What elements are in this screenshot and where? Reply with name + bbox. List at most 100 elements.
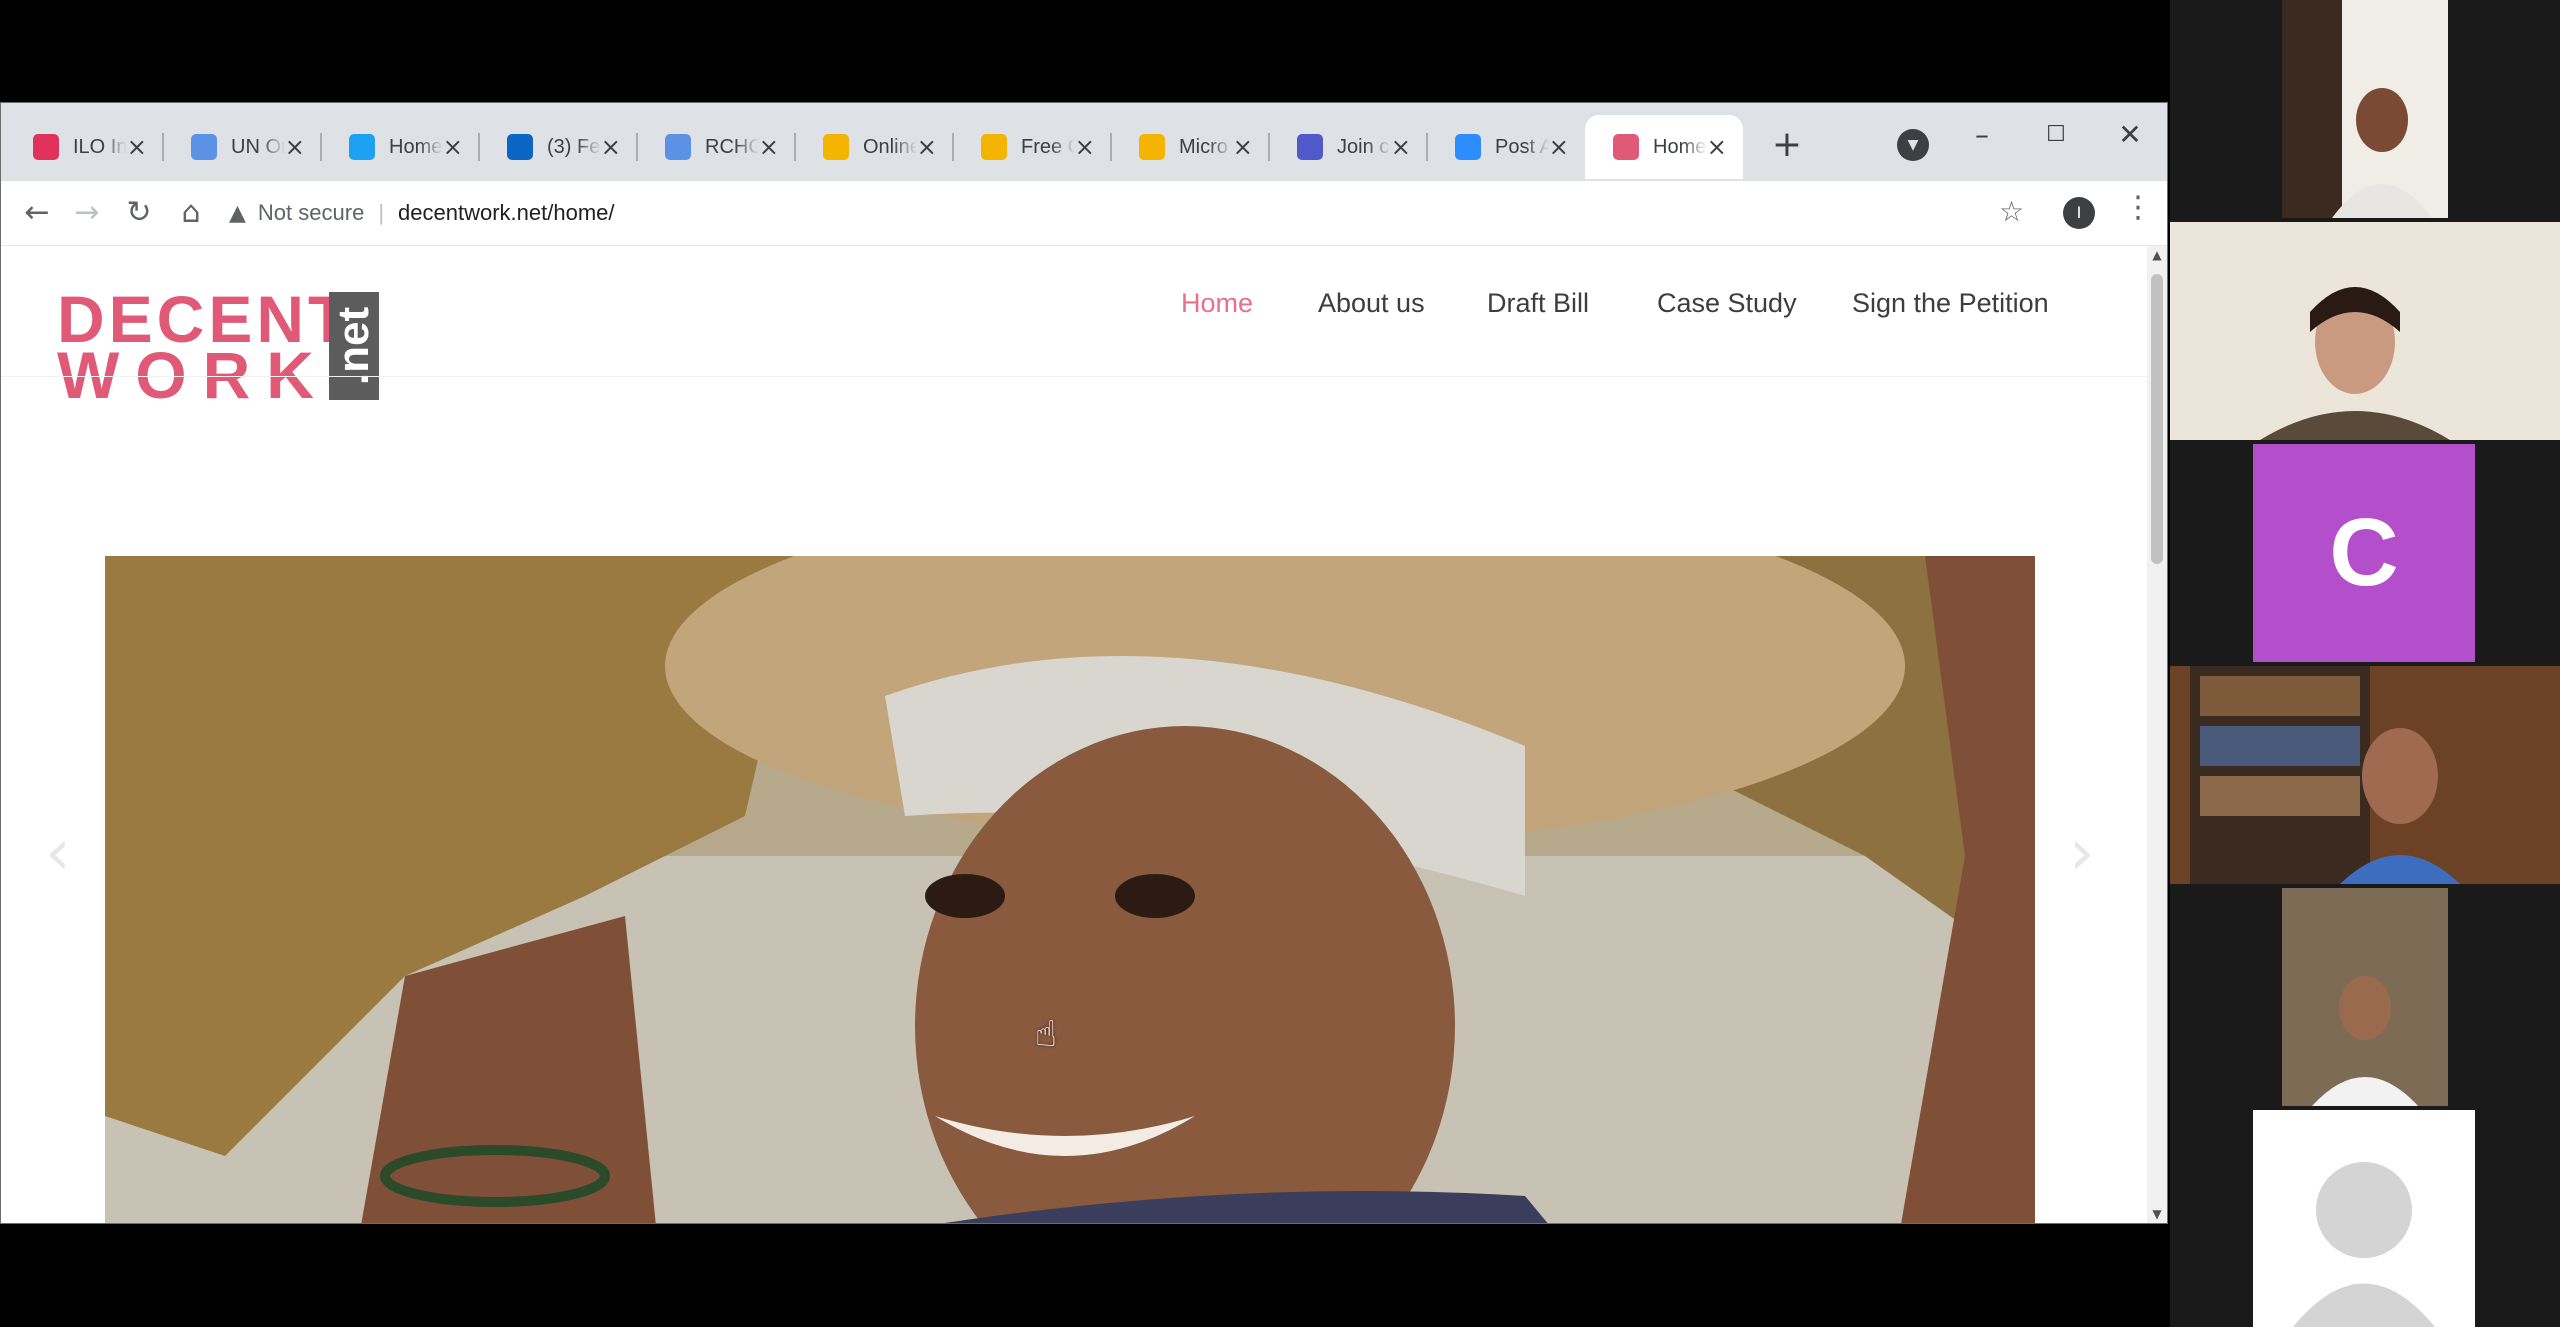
tab-6[interactable]: Online × xyxy=(795,115,953,179)
tab-7[interactable]: Free C× xyxy=(953,115,1111,179)
close-tab-icon[interactable]: × xyxy=(127,135,147,159)
participant-video-4 xyxy=(2170,666,2560,884)
tab-separator xyxy=(1268,133,1270,161)
tab-separator xyxy=(478,133,480,161)
nav-draft-bill[interactable]: Draft Bill xyxy=(1487,288,1589,319)
scroll-down-icon[interactable]: ▼ xyxy=(2147,1207,2167,1221)
tab-title: Free C xyxy=(1021,135,1075,158)
participant-video-1 xyxy=(2282,0,2448,218)
un-globe-icon xyxy=(191,134,217,160)
drive-icon xyxy=(981,134,1007,160)
home-icon[interactable]: ⌂ xyxy=(169,191,213,235)
tab-8[interactable]: Micro × xyxy=(1111,115,1269,179)
address-bar[interactable]: ▲ Not secure | decentwork.net/home/ xyxy=(229,195,2019,231)
close-tab-icon[interactable]: × xyxy=(1233,135,1253,159)
logo-line2: WORK xyxy=(57,338,330,412)
participant-tile-2[interactable] xyxy=(2170,222,2560,440)
close-tab-icon[interactable]: × xyxy=(601,135,621,159)
close-window-icon[interactable]: ✕ xyxy=(2105,115,2155,155)
scroll-thumb[interactable] xyxy=(2151,274,2163,564)
tab-title: RCHC xyxy=(705,135,759,158)
nav-case-study[interactable]: Case Study xyxy=(1657,288,1797,319)
shared-screen: ILO In × UN Or × Home × (3) Fe × RCHC × Online × Fre… xyxy=(0,0,2170,1327)
zoom-icon xyxy=(1455,134,1481,160)
new-tab-button[interactable]: + xyxy=(1767,125,1807,165)
tab-separator xyxy=(952,133,954,161)
page-scrollbar[interactable]: ▲ ▼ xyxy=(2147,246,2167,1223)
ilo-icon xyxy=(33,134,59,160)
participant-initial: C xyxy=(2329,499,2399,606)
pointer-cursor-icon: ☝ xyxy=(1035,1014,1057,1055)
close-tab-icon[interactable]: × xyxy=(1391,135,1411,159)
tab-2[interactable]: UN Or × xyxy=(163,115,321,179)
tab-1[interactable]: ILO In × xyxy=(5,115,163,179)
tab-5[interactable]: RCHC × xyxy=(637,115,795,179)
tab-title: Micro xyxy=(1179,135,1228,158)
tab-separator xyxy=(1426,133,1428,161)
participant-placeholder-avatar xyxy=(2253,1110,2475,1327)
back-icon[interactable]: ← xyxy=(15,191,59,235)
tab-separator xyxy=(162,133,164,161)
teams-icon xyxy=(1297,134,1323,160)
close-tab-icon[interactable]: × xyxy=(285,135,305,159)
nav-sign-the-petition[interactable]: Sign the Petition xyxy=(1852,288,2049,319)
close-tab-icon[interactable]: × xyxy=(917,135,937,159)
tab-search-icon[interactable]: ▼ xyxy=(1897,129,1929,161)
forward-icon[interactable]: → xyxy=(65,191,109,235)
maximize-icon[interactable]: ☐ xyxy=(2031,115,2081,155)
tab-title: (3) Fe xyxy=(547,135,601,158)
browser-window: ILO In × UN Or × Home × (3) Fe × RCHC × Online × Fre… xyxy=(0,102,2168,1224)
tab-title: UN Or xyxy=(231,135,285,158)
un-globe-icon xyxy=(665,134,691,160)
tab-strip: ILO In × UN Or × Home × (3) Fe × RCHC × Online × Fre… xyxy=(1,103,2167,181)
participant-tile-4[interactable] xyxy=(2170,666,2560,884)
bookmark-star-icon[interactable]: ☆ xyxy=(1999,195,2024,228)
tab-4[interactable]: (3) Fe × xyxy=(479,115,637,179)
drive-icon xyxy=(823,134,849,160)
twitter-icon xyxy=(349,134,375,160)
participant-tile-6[interactable] xyxy=(2253,1110,2475,1327)
tab-separator xyxy=(636,133,638,161)
tab-11[interactable]: Home × xyxy=(1585,115,1743,179)
participant-tile-3[interactable]: C xyxy=(2253,444,2475,662)
carousel-prev-icon[interactable]: ‹ xyxy=(45,816,71,890)
reload-icon[interactable]: ↻ xyxy=(117,191,161,235)
nav-home[interactable]: Home xyxy=(1181,288,1253,319)
tab-title: ILO In xyxy=(73,135,127,158)
drive-icon xyxy=(1139,134,1165,160)
close-tab-icon[interactable]: × xyxy=(1549,135,1569,159)
hero-image[interactable]: ☝ xyxy=(105,556,2035,1223)
close-tab-icon[interactable]: × xyxy=(1707,135,1727,159)
menu-icon[interactable]: ⋮ xyxy=(2123,193,2153,223)
close-tab-icon[interactable]: × xyxy=(759,135,779,159)
participants-panel: C xyxy=(2170,0,2560,1327)
close-tab-icon[interactable]: × xyxy=(1075,135,1095,159)
carousel-next-icon[interactable]: › xyxy=(2069,816,2095,890)
minimize-icon[interactable]: – xyxy=(1957,115,2007,155)
web-page: DECENT WORK .net Home About us Draft Bil… xyxy=(1,246,2147,1223)
header-divider xyxy=(1,376,2147,377)
nav-about-us[interactable]: About us xyxy=(1318,288,1425,319)
tab-separator xyxy=(320,133,322,161)
participant-video-5 xyxy=(2282,888,2448,1106)
tab-title: Join c xyxy=(1337,135,1390,158)
url-text[interactable]: decentwork.net/home/ xyxy=(398,200,614,226)
close-tab-icon[interactable]: × xyxy=(443,135,463,159)
scroll-up-icon[interactable]: ▲ xyxy=(2147,248,2167,262)
warning-icon: ▲ xyxy=(229,200,246,226)
tab-title: Online xyxy=(863,135,917,158)
tab-title: Post A xyxy=(1495,135,1549,158)
tab-3[interactable]: Home × xyxy=(321,115,479,179)
tab-10[interactable]: Post A × xyxy=(1427,115,1585,179)
logo-badge: .net xyxy=(329,292,379,400)
tab-9[interactable]: Join c × xyxy=(1269,115,1427,179)
participant-tile-1[interactable] xyxy=(2282,0,2448,218)
site-logo[interactable]: DECENT WORK .net xyxy=(57,286,387,412)
security-label: Not secure xyxy=(257,200,365,225)
browser-toolbar: ← → ↻ ⌂ ▲ Not secure | decentwork.net/ho… xyxy=(1,181,2167,246)
hero-photo xyxy=(105,556,2035,1223)
profile-avatar[interactable]: I xyxy=(2063,197,2095,229)
linkedin-icon xyxy=(507,134,533,160)
tab-title: Home xyxy=(1653,135,1707,158)
participant-tile-5[interactable] xyxy=(2282,888,2448,1106)
